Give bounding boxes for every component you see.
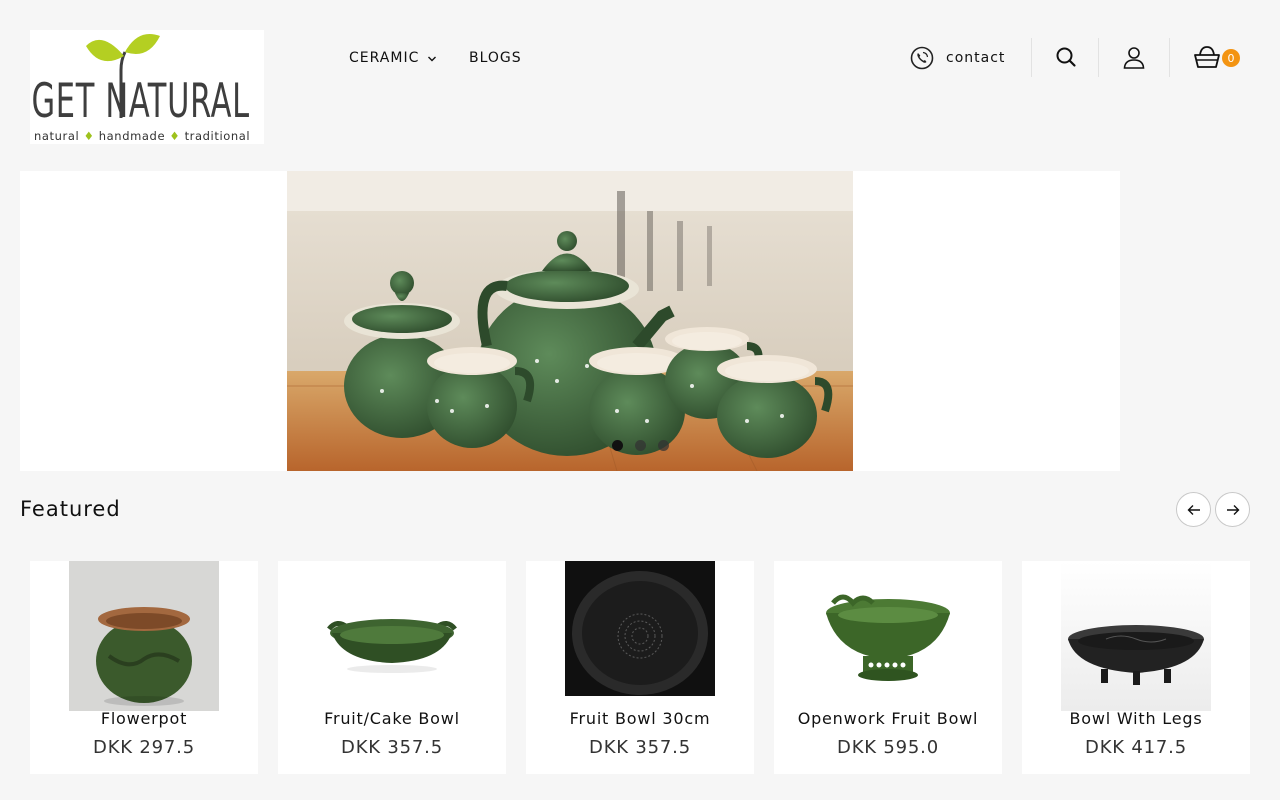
- product-carousel: Flowerpot DKK 297.5 Fruit/Cake Bowl DKK …: [30, 561, 1250, 774]
- featured-heading: Featured: [20, 497, 121, 521]
- logo-wordmark: GET NATURAL: [31, 74, 250, 129]
- hero-image: [287, 171, 853, 471]
- contact-link[interactable]: contact: [910, 46, 1005, 70]
- product-name: Openwork Fruit Bowl: [797, 709, 979, 728]
- search-icon: [1056, 47, 1076, 67]
- arrow-right-icon: [1226, 504, 1239, 515]
- phone-icon: [910, 46, 934, 70]
- cart-count-badge: 0: [1222, 49, 1240, 67]
- divider: [1169, 38, 1170, 77]
- product-card-openwork-fruit-bowl[interactable]: Openwork Fruit Bowl DKK 595.0: [774, 561, 1002, 774]
- carousel-next-button[interactable]: [1215, 492, 1250, 527]
- product-name: Fruit Bowl 30cm: [569, 709, 711, 728]
- cart-button[interactable]: [1193, 45, 1221, 73]
- product-card-fruit-cake-bowl[interactable]: Fruit/Cake Bowl DKK 357.5: [278, 561, 506, 774]
- product-image: [1061, 561, 1211, 711]
- product-price: DKK 595.0: [837, 737, 939, 758]
- nav-item-label: BLOGS: [469, 50, 522, 66]
- nav-item-blogs[interactable]: BLOGS: [469, 50, 522, 66]
- product-image: [69, 561, 219, 711]
- main-nav: CERAMIC: [349, 50, 437, 66]
- search-button[interactable]: [1055, 46, 1077, 72]
- divider: [1098, 38, 1099, 77]
- arrow-left-icon: [1187, 504, 1200, 515]
- product-name: Fruit/Cake Bowl: [324, 709, 460, 728]
- product-price: DKK 357.5: [341, 737, 443, 758]
- site-logo[interactable]: GET NATURAL natural ♦ handmade ♦ traditi…: [30, 30, 264, 144]
- slider-dot-2[interactable]: [635, 440, 646, 451]
- account-button[interactable]: [1122, 45, 1146, 73]
- nav-item-ceramic[interactable]: CERAMIC: [349, 50, 437, 66]
- product-price: DKK 297.5: [93, 737, 195, 758]
- product-price: DKK 357.5: [589, 737, 691, 758]
- chevron-down-icon: [428, 56, 437, 62]
- carousel-prev-button[interactable]: [1176, 492, 1211, 527]
- product-image: [565, 561, 715, 711]
- logo-tagline: natural ♦ handmade ♦ traditional: [34, 129, 251, 143]
- user-icon: [1123, 47, 1145, 69]
- contact-label: contact: [946, 50, 1006, 66]
- product-card-flowerpot[interactable]: Flowerpot DKK 297.5: [30, 561, 258, 774]
- product-price: DKK 417.5: [1085, 737, 1187, 758]
- hero-slider: [20, 171, 1120, 471]
- slider-dot-3[interactable]: [658, 440, 669, 451]
- product-image: [317, 561, 467, 711]
- product-card-fruit-bowl-30cm[interactable]: Fruit Bowl 30cm DKK 357.5: [526, 561, 754, 774]
- product-image: [813, 561, 963, 711]
- basket-icon: [1194, 46, 1220, 68]
- product-name: Flowerpot: [100, 709, 188, 728]
- nav-item-label: CERAMIC: [349, 50, 420, 66]
- product-card-bowl-with-legs[interactable]: Bowl With Legs DKK 417.5: [1022, 561, 1250, 774]
- slider-dot-1[interactable]: [612, 440, 623, 451]
- product-name: Bowl With Legs: [1069, 709, 1203, 728]
- slider-dots: [612, 440, 669, 451]
- divider: [1031, 38, 1032, 77]
